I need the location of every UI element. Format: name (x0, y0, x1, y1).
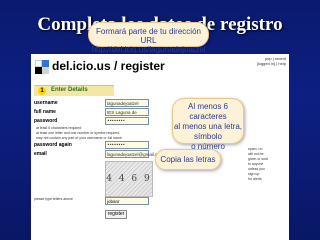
callout-url-line: http://del.icio.us/lagunadejoatzel (91, 45, 206, 54)
password-input[interactable]: •••••••• (105, 117, 149, 125)
full-name-input[interactable]: IES Laguna de Joatzel (105, 108, 149, 122)
spam-notice: spam, no will not be given or sold to an… (248, 147, 288, 182)
register-button[interactable]: register (105, 210, 127, 219)
enter-details-bar: 1 Enter Details (34, 85, 114, 96)
delicious-logo-icon (35, 60, 49, 74)
callout-password-line: símbolo (193, 132, 222, 141)
captcha-input[interactable]: jobanr (105, 197, 149, 205)
password-again-input[interactable]: •••••••• (105, 141, 149, 149)
spam-notice-line: for alerts (248, 177, 262, 181)
username-row: username lagunadejoatzel (34, 99, 284, 108)
callout-captcha: Copia las letras (155, 149, 221, 170)
step-number-badge: 1 (38, 87, 46, 95)
password-row: password •••••••• (34, 117, 284, 126)
full-name-row: full name IES Laguna de Joatzel (34, 108, 284, 122)
email-input[interactable]: lagunadejoatzel@gmail.com (105, 150, 164, 158)
captcha-help: please type letters above (34, 197, 73, 201)
username-label: username (34, 100, 58, 106)
callout-url: Formará parte de tu dirección URL http:/… (88, 22, 209, 54)
callout-password-line: al menos una letra, (173, 122, 243, 131)
callout-password-line: Al menos 6 caracteres (187, 102, 229, 121)
username-input[interactable]: lagunadejoatzel (105, 99, 149, 107)
password-label: password (34, 118, 58, 124)
register-screenshot: del.icio.us / register pop | recent [log… (31, 54, 289, 240)
callout-password: Al menos 6 caracteres al menos una letra… (172, 98, 244, 151)
enter-details-label: Enter Details (51, 87, 88, 93)
top-link-help[interactable]: [logged in] | help (257, 61, 286, 66)
site-title: del.icio.us / register (52, 59, 165, 73)
top-links: pop | recent [logged in] | help (257, 56, 286, 66)
captcha-image: 4 4 6 9 (105, 161, 153, 197)
password-again-row: password again •••••••• (34, 141, 284, 150)
email-label: email (34, 151, 47, 157)
full-name-label: full name (34, 109, 56, 115)
password-again-label: password again (34, 142, 72, 148)
callout-url-line: Formará parte de tu dirección URL (96, 27, 201, 45)
